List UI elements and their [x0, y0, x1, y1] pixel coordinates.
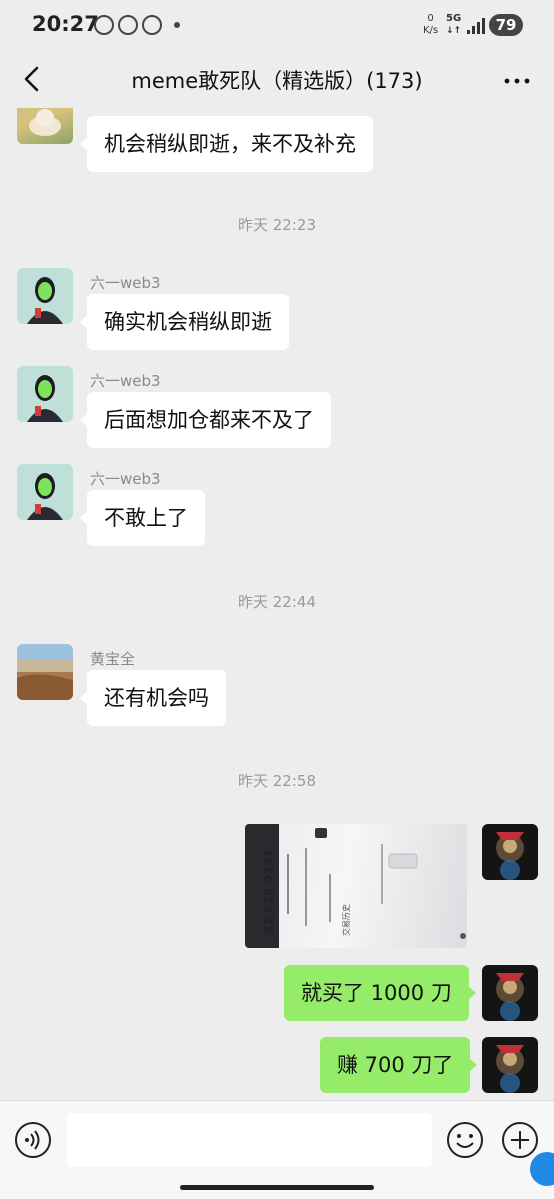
message-bubble[interactable]: 后面想加仓都来不及了	[80, 392, 331, 448]
photo-history-label: 交易历史	[341, 904, 351, 936]
home-indicator[interactable]	[180, 1185, 374, 1190]
avatar[interactable]	[17, 108, 73, 144]
avatar[interactable]	[17, 366, 73, 422]
sender-name: 黄宝全	[90, 650, 136, 668]
message-bubble[interactable]: 就买了 1000 刀	[284, 965, 476, 1021]
message-bubble[interactable]: 赚 700 刀了	[320, 1037, 478, 1093]
sender-name: 六一web3	[90, 274, 161, 292]
notification-icon	[142, 15, 162, 35]
message-bubble[interactable]: 不敢上了	[80, 490, 205, 546]
my-avatar[interactable]	[482, 1037, 538, 1093]
photo-balance: 32,618.9297	[262, 850, 276, 934]
avatar[interactable]	[17, 268, 73, 324]
notification-icon	[94, 15, 114, 35]
chat-header: meme敢死队（精选版）(173)	[0, 52, 554, 108]
timestamp: 昨天 22:23	[238, 216, 316, 234]
chat-title: meme敢死队（精选版）(173)	[131, 69, 423, 93]
signal-icon	[467, 18, 485, 34]
sender-name: 六一web3	[90, 470, 161, 488]
net-speed-value: 0	[427, 13, 434, 24]
message-list[interactable]: 机会稍纵即逝，来不及补充 昨天 22:23 六一web3 确实机会稍纵即逝 六一…	[0, 108, 554, 1100]
wallet-screenshot-photo: 32,618.9297 交易历史	[245, 824, 466, 948]
my-avatar[interactable]	[482, 965, 538, 1021]
battery-icon: 79	[489, 14, 523, 36]
image-message[interactable]: 32,618.9297 交易历史	[245, 824, 467, 948]
network-type: 5G ↓↑	[446, 13, 461, 37]
avatar[interactable]	[17, 464, 73, 520]
timestamp: 昨天 22:44	[238, 593, 316, 611]
emoji-icon[interactable]	[446, 1121, 484, 1159]
timestamp: 昨天 22:58	[238, 772, 316, 790]
net-speed-unit: K/s	[423, 25, 439, 36]
plus-icon[interactable]	[501, 1121, 539, 1159]
more-notifications-dot	[174, 22, 180, 28]
voice-icon[interactable]	[14, 1121, 52, 1159]
notification-icon	[118, 15, 138, 35]
sender-name: 六一web3	[90, 372, 161, 390]
message-bubble[interactable]: 确实机会稍纵即逝	[80, 294, 289, 350]
data-arrows-icon: ↓↑	[446, 26, 462, 36]
message-bubble[interactable]: 机会稍纵即逝，来不及补充	[80, 116, 373, 172]
my-avatar[interactable]	[482, 824, 538, 880]
back-icon[interactable]	[18, 64, 48, 94]
avatar[interactable]	[17, 644, 73, 700]
status-bar: 20:27 0 K/s 5G ↓↑ 79	[0, 0, 554, 52]
network-label: 5G	[446, 13, 462, 24]
message-input[interactable]	[67, 1113, 432, 1167]
status-time: 20:27	[32, 12, 99, 36]
net-speed: 0 K/s	[423, 13, 438, 37]
more-icon[interactable]	[502, 66, 532, 96]
message-bubble[interactable]: 还有机会吗	[80, 670, 226, 726]
